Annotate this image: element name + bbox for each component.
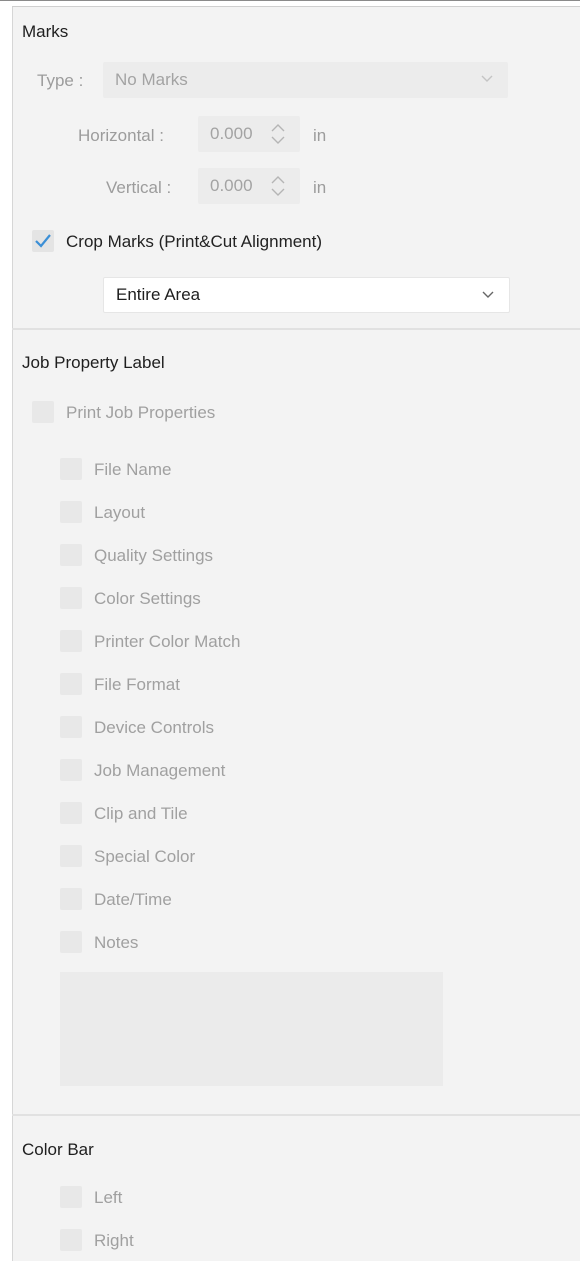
quality-settings-label[interactable]: Quality Settings xyxy=(94,546,213,566)
chevron-down-icon xyxy=(482,291,494,298)
section-divider xyxy=(12,328,580,330)
color-bar-left-checkbox[interactable] xyxy=(60,1186,82,1208)
print-job-properties-label[interactable]: Print Job Properties xyxy=(66,403,215,423)
job-management-checkbox[interactable] xyxy=(60,759,82,781)
job-management-label[interactable]: Job Management xyxy=(94,761,225,781)
vertical-stepper[interactable]: 0.000 xyxy=(198,168,300,204)
panel-top-border xyxy=(12,6,580,7)
printer-color-match-checkbox[interactable] xyxy=(60,630,82,652)
job-property-heading: Job Property Label xyxy=(22,353,165,372)
clip-and-tile-label[interactable]: Clip and Tile xyxy=(94,804,188,824)
special-color-checkbox[interactable] xyxy=(60,845,82,867)
notes-textarea[interactable] xyxy=(60,972,443,1086)
vertical-unit: in xyxy=(313,178,327,197)
clip-and-tile-checkbox[interactable] xyxy=(60,802,82,824)
color-bar-right-label[interactable]: Right xyxy=(94,1231,134,1251)
color-settings-checkbox[interactable] xyxy=(60,587,82,609)
device-controls-checkbox[interactable] xyxy=(60,716,82,738)
spin-arrows-icon[interactable] xyxy=(268,122,288,146)
horizontal-label: Horizontal : xyxy=(78,126,164,145)
top-border xyxy=(0,0,580,1)
date-time-checkbox[interactable] xyxy=(60,888,82,910)
date-time-label[interactable]: Date/Time xyxy=(94,890,172,910)
area-select[interactable]: Entire Area xyxy=(103,277,510,313)
color-bar-heading: Color Bar xyxy=(22,1140,94,1159)
horizontal-stepper[interactable]: 0.000 xyxy=(198,116,300,152)
special-color-label[interactable]: Special Color xyxy=(94,847,195,867)
file-name-label[interactable]: File Name xyxy=(94,460,171,480)
color-bar-right-checkbox[interactable] xyxy=(60,1229,82,1251)
checkmark-icon xyxy=(35,234,51,248)
print-job-properties-checkbox[interactable] xyxy=(32,401,54,423)
type-select[interactable]: No Marks xyxy=(103,62,508,98)
file-format-label[interactable]: File Format xyxy=(94,675,180,695)
vertical-value: 0.000 xyxy=(210,176,253,195)
spin-arrows-icon[interactable] xyxy=(268,174,288,198)
vertical-label: Vertical : xyxy=(106,178,172,197)
printer-color-match-label[interactable]: Printer Color Match xyxy=(94,632,240,652)
device-controls-label[interactable]: Device Controls xyxy=(94,718,214,738)
type-label: Type : xyxy=(37,71,84,90)
notes-label[interactable]: Notes xyxy=(94,933,138,953)
color-settings-label[interactable]: Color Settings xyxy=(94,589,201,609)
file-name-checkbox[interactable] xyxy=(60,458,82,480)
marks-heading: Marks xyxy=(22,22,69,41)
horizontal-unit: in xyxy=(313,126,327,145)
type-select-value: No Marks xyxy=(115,70,188,89)
color-bar-left-label[interactable]: Left xyxy=(94,1188,122,1208)
file-format-checkbox[interactable] xyxy=(60,673,82,695)
layout-checkbox[interactable] xyxy=(60,501,82,523)
section-divider xyxy=(12,1114,580,1116)
horizontal-value: 0.000 xyxy=(210,124,253,143)
crop-marks-checkbox[interactable] xyxy=(32,230,54,252)
crop-marks-label[interactable]: Crop Marks (Print&Cut Alignment) xyxy=(66,232,322,252)
notes-checkbox[interactable] xyxy=(60,931,82,953)
area-select-value: Entire Area xyxy=(116,285,201,304)
quality-settings-checkbox[interactable] xyxy=(60,544,82,566)
chevron-down-icon xyxy=(481,75,493,82)
layout-label[interactable]: Layout xyxy=(94,503,145,523)
